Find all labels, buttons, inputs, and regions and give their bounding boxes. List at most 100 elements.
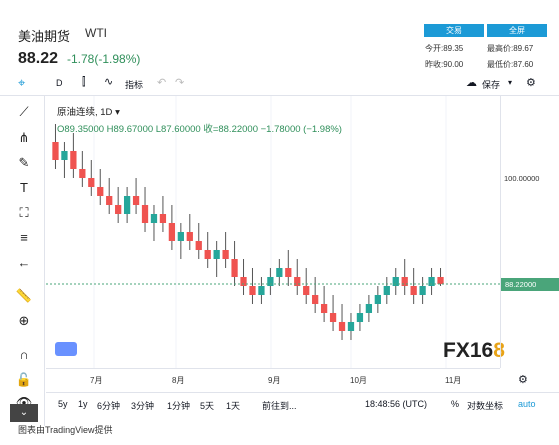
candle (159, 214, 167, 223)
trade-button[interactable]: 交易 (424, 24, 484, 37)
back-arrow-icon[interactable]: ← (10, 253, 38, 273)
candle (97, 187, 104, 196)
stat-low: 最低价:87.60 (487, 60, 534, 69)
candle (428, 277, 435, 286)
interval-button[interactable]: D (56, 78, 63, 88)
fullscreen-button[interactable]: 全屏 (487, 24, 547, 37)
stat-prev-close: 昨收:90.00 (425, 60, 464, 69)
candle (365, 304, 373, 313)
indicators-button[interactable]: 指标 (125, 78, 143, 91)
range-1m[interactable]: 1分钟 (167, 399, 190, 412)
candle (123, 196, 131, 214)
range-1y[interactable]: 1y (78, 399, 88, 409)
instrument-symbol: WTI (85, 26, 107, 40)
candle-type-icon[interactable]: ⫿ (82, 76, 86, 89)
undo-icon[interactable]: ↶ (157, 76, 166, 89)
candle (132, 196, 140, 205)
candle (329, 313, 337, 322)
price-level-label: 100.00000 (504, 174, 540, 183)
crosshair-icon[interactable]: ⌖ (18, 75, 25, 91)
candle (61, 151, 68, 160)
candle (303, 286, 310, 295)
range-5d[interactable]: 5天 (200, 399, 214, 412)
candle (294, 277, 301, 286)
candle (115, 205, 122, 214)
candle (276, 268, 283, 277)
ohlc-legend: O89.35000 H89.67000 L87.60000 收=88.22000… (57, 124, 342, 135)
range-5y[interactable]: 5y (58, 399, 68, 409)
log-toggle[interactable]: 对数坐标 (467, 399, 503, 412)
candle (356, 313, 364, 322)
fx168-watermark: FX168 (443, 339, 505, 362)
header: 美油期货 WTI 88.22 -1.78(-1.98%) 交易 全屏 今开:89… (0, 0, 559, 72)
goto-date-button[interactable]: 前往到... (262, 399, 297, 412)
candle (222, 250, 229, 259)
save-button[interactable]: 保存 (482, 78, 500, 91)
time-label: 8月 (172, 376, 185, 385)
last-price: 88.22 (18, 50, 59, 67)
candle (52, 142, 59, 160)
candle (285, 268, 292, 277)
settings-gear-icon[interactable]: ⚙ (526, 76, 536, 89)
time-label: 10月 (350, 376, 367, 385)
ruler-icon[interactable]: 📏 (10, 286, 38, 306)
candle (437, 277, 444, 285)
candle (195, 241, 202, 250)
tradingview-credit[interactable]: 图表由TradingView提供 (18, 423, 113, 436)
range-3m[interactable]: 3分钟 (131, 399, 154, 412)
axis-settings-gear-icon[interactable]: ⚙ (518, 373, 528, 386)
lock-drawing-icon[interactable]: 🔓 (10, 370, 38, 390)
candle (383, 286, 390, 295)
candle (213, 250, 220, 259)
candle (267, 277, 274, 286)
candle (419, 286, 426, 295)
text-tool-icon[interactable]: T (10, 178, 38, 198)
bottom-bar: 5y 1y 6分钟 3分钟 1分钟 5天 1天 前往到... 18:48:56 … (46, 392, 559, 414)
chart-toolbar: ⌖ D ⫿ ∿ 指标 ↶ ↷ ☁ 保存 ▾ ⚙ (0, 72, 559, 96)
candle (150, 214, 158, 223)
collapse-toolbar-icon[interactable]: ⌄ (10, 404, 38, 422)
brush-icon[interactable]: ✎ (10, 153, 38, 173)
stat-open: 今开:89.35 (425, 44, 464, 53)
candle (392, 277, 399, 286)
candle (249, 286, 256, 295)
chevron-down-icon[interactable]: ▾ (508, 78, 512, 87)
time-label: 11月 (445, 376, 462, 385)
series-legend[interactable]: 原油连续, 1D ▾ (57, 104, 120, 118)
price-chart[interactable] (46, 96, 500, 368)
pattern-tool-icon[interactable]: ⛶ (10, 203, 38, 223)
candle (320, 304, 328, 313)
candle (231, 259, 238, 277)
percent-toggle[interactable]: % (451, 399, 459, 409)
redo-icon[interactable]: ↷ (175, 76, 184, 89)
candle (141, 205, 149, 223)
price-change: -1.78(-1.98%) (67, 52, 141, 66)
candle (347, 322, 355, 331)
range-1d[interactable]: 1天 (226, 399, 240, 412)
candle (312, 295, 319, 304)
zoom-in-icon[interactable]: ⊕ (10, 311, 38, 331)
fib-tool-icon[interactable]: ⋔ (10, 128, 38, 148)
time-label: 9月 (268, 376, 281, 385)
current-price-tag: 88.22000 (501, 278, 559, 292)
range-6m[interactable]: 6分钟 (97, 399, 120, 412)
cloud-icon[interactable]: ☁ (466, 76, 477, 89)
candle (186, 232, 193, 241)
tradingview-logo-icon[interactable] (55, 342, 77, 356)
candle (168, 223, 176, 241)
candle (240, 277, 247, 286)
candle (410, 286, 417, 295)
candle (204, 250, 211, 259)
price-scale[interactable] (500, 96, 559, 368)
magnet-icon[interactable]: ∩ (10, 345, 38, 365)
auto-toggle[interactable]: auto (518, 399, 536, 409)
indicator-icon[interactable]: ∿ (104, 75, 113, 88)
prediction-tool-icon[interactable]: ≡ (10, 228, 38, 248)
candle (88, 178, 95, 187)
instrument-title: 美油期货 (18, 29, 71, 44)
trendline-icon[interactable]: ⟋ (10, 102, 38, 122)
candle (79, 169, 86, 178)
time-label: 7月 (90, 376, 103, 385)
candle (177, 232, 184, 241)
candle (258, 286, 265, 295)
